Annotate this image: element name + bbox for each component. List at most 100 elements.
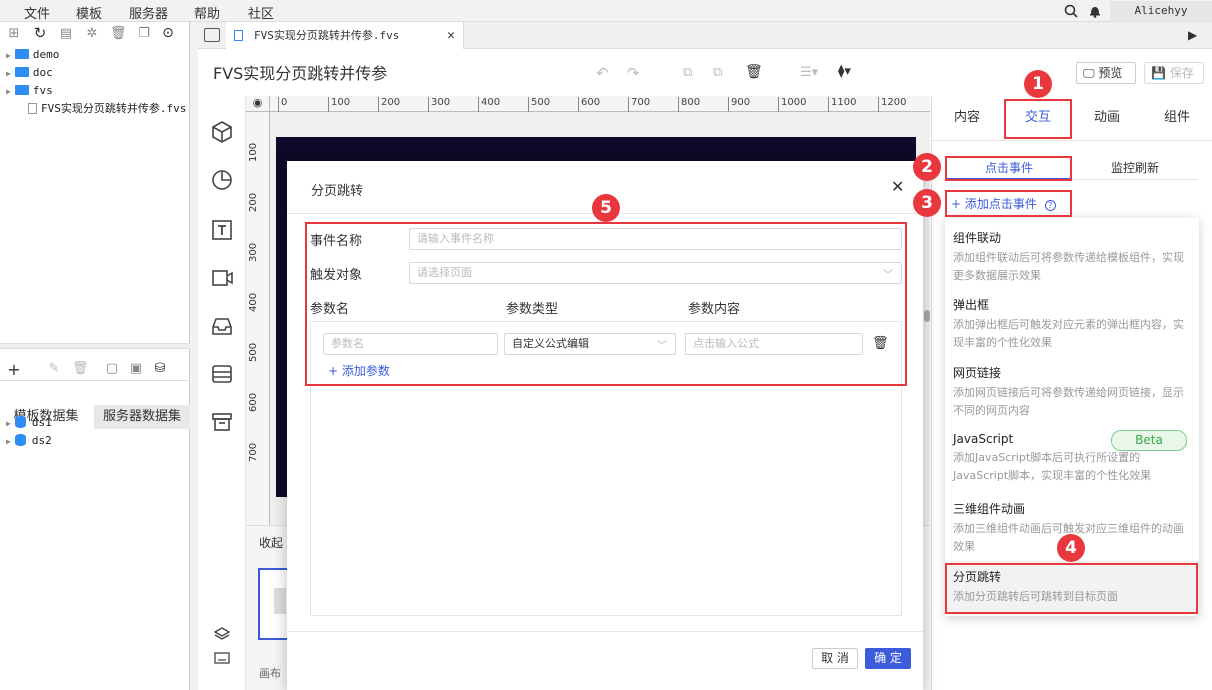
file-icon bbox=[234, 30, 243, 41]
ruler-left: 100 200 300 400 500 600 700 bbox=[246, 112, 270, 532]
ruler-tick: 800 bbox=[678, 97, 700, 112]
inbox-icon[interactable] bbox=[210, 314, 234, 338]
menu-community[interactable]: 社区 bbox=[248, 3, 274, 22]
tab-animation[interactable]: 动画 bbox=[1072, 96, 1142, 140]
dialog-title: 分页跳转 bbox=[311, 184, 364, 199]
menu-template[interactable]: 模板 bbox=[76, 3, 102, 22]
param-icon[interactable]: ▣ bbox=[128, 361, 144, 376]
ruler-tick: 400 bbox=[478, 97, 500, 112]
close-icon[interactable]: ✕ bbox=[447, 22, 455, 49]
eye-icon[interactable]: ◉ bbox=[246, 96, 270, 112]
tree-item-fvs[interactable]: ▶ fvs bbox=[6, 82, 53, 100]
trash-icon[interactable]: 🗑 bbox=[745, 64, 763, 80]
align-icon[interactable]: ☰▾ bbox=[800, 65, 818, 80]
ruler-top: 0 100 200 300 400 500 600 700 800 900 1000 1100 1200 bbox=[270, 96, 930, 112]
delete-icon[interactable]: 🗑 bbox=[110, 26, 127, 41]
ruler-tick: 300 bbox=[248, 242, 259, 262]
redo-icon[interactable]: ↷ bbox=[627, 64, 640, 82]
pie-chart-icon[interactable] bbox=[210, 168, 234, 192]
new-folder-icon[interactable]: ⊞ bbox=[6, 26, 22, 41]
splitter[interactable] bbox=[0, 343, 190, 349]
ruler-tick: 900 bbox=[728, 97, 750, 112]
preview-icon[interactable]: ▢ bbox=[104, 361, 120, 376]
window-icon[interactable] bbox=[204, 28, 220, 42]
collapse-label[interactable]: 收起 bbox=[259, 534, 283, 551]
component-bar bbox=[198, 96, 246, 690]
ruler-tick: 700 bbox=[248, 442, 259, 462]
tree-item-doc[interactable]: ▶ doc bbox=[6, 64, 53, 82]
highlight-page-jump bbox=[945, 563, 1198, 614]
ruler-tick: 1100 bbox=[828, 97, 856, 112]
cube-icon[interactable] bbox=[210, 120, 234, 144]
ruler-tick: 400 bbox=[248, 292, 259, 312]
tab-file-label: FVS实现分页跳转并传参.fvs bbox=[254, 29, 400, 42]
ruler-tick: 600 bbox=[248, 392, 259, 412]
bell-icon[interactable] bbox=[1089, 4, 1101, 18]
text-icon[interactable] bbox=[210, 218, 234, 242]
keyboard-icon[interactable] bbox=[214, 652, 230, 664]
ruler-tick: 200 bbox=[248, 192, 259, 212]
locate-icon[interactable]: ⊙ bbox=[160, 25, 176, 41]
menu-server[interactable]: 服务器 bbox=[129, 3, 168, 22]
beta-badge: Beta bbox=[1111, 430, 1187, 451]
step-badge-2: 2 bbox=[913, 153, 941, 181]
archive-icon[interactable] bbox=[210, 410, 234, 434]
tree-item-demo[interactable]: ▶ demo bbox=[6, 46, 59, 64]
menubar: 文件 模板 服务器 帮助 社区 Alicehyy bbox=[0, 0, 1212, 22]
ruler-tick: 1000 bbox=[778, 97, 806, 112]
event-option-linkage[interactable]: 组件联动 添加组件联动后可将参数传递给模板组件，实现更多数据展示效果 bbox=[953, 229, 1193, 285]
tree-item-fvs-file[interactable]: FVS实现分页跳转并传参.fvs bbox=[22, 100, 186, 118]
ungroup-icon[interactable]: ⧉ bbox=[713, 65, 722, 80]
dataset-toolbar: + ✎ 🗑 ▢ ▣ ⛁ bbox=[0, 357, 190, 381]
dataset-item-ds2[interactable]: ▶ ds2 bbox=[6, 432, 52, 450]
video-icon[interactable] bbox=[210, 266, 234, 290]
database-icon bbox=[14, 416, 26, 428]
menu-file[interactable]: 文件 bbox=[24, 3, 50, 22]
ruler-tick: 600 bbox=[578, 97, 600, 112]
delete-icon[interactable]: 🗑 bbox=[72, 361, 89, 376]
step-badge-3: 3 bbox=[913, 189, 941, 217]
settings-icon[interactable]: ✲ bbox=[84, 26, 100, 41]
table-icon[interactable] bbox=[210, 362, 234, 386]
subtab-monitor-refresh[interactable]: 监控刷新 bbox=[1072, 156, 1198, 180]
search-icon[interactable] bbox=[1064, 4, 1078, 18]
canvas-label: 画布 bbox=[259, 667, 281, 680]
file-icon bbox=[28, 103, 37, 114]
tab-file[interactable]: FVS实现分页跳转并传参.fvs ✕ bbox=[226, 22, 464, 49]
highlight-dialog-form bbox=[305, 222, 907, 386]
copy-icon[interactable]: ❐ bbox=[136, 26, 152, 41]
refresh-icon[interactable]: ↻ bbox=[32, 24, 48, 42]
add-dataset-icon[interactable]: + bbox=[6, 360, 22, 379]
splitter[interactable] bbox=[190, 22, 198, 690]
event-option-link[interactable]: 网页链接 添加网页链接后可将参数传递给网页链接，显示不同的网页内容 bbox=[953, 364, 1193, 420]
group-icon[interactable]: ⧉ bbox=[683, 65, 692, 80]
highlight-add-event bbox=[945, 190, 1072, 217]
ok-button[interactable]: 确 定 bbox=[865, 648, 911, 669]
event-option-popup[interactable]: 弹出框 添加弹出框后可触发对应元素的弹出框内容，实现丰富的个性化效果 bbox=[953, 296, 1193, 352]
highlight-interaction-tab bbox=[1004, 99, 1072, 139]
user-name[interactable]: Alicehyy bbox=[1110, 1, 1212, 21]
preview-button[interactable]: 🖵 预览 bbox=[1076, 62, 1136, 84]
save-button[interactable]: 💾 保存 bbox=[1144, 62, 1204, 84]
ruler-tick: 700 bbox=[628, 97, 650, 112]
tab-content[interactable]: 内容 bbox=[932, 96, 1002, 140]
monitor-icon: 🖵 bbox=[1083, 66, 1095, 80]
tab-component[interactable]: 组件 bbox=[1142, 96, 1212, 140]
layers-icon[interactable] bbox=[214, 626, 230, 642]
server-dataset-icon[interactable]: ⛁ bbox=[152, 361, 168, 376]
layer-order-icon[interactable]: ⧫▾ bbox=[838, 64, 851, 79]
scrollbar[interactable] bbox=[924, 310, 930, 322]
dataset-item-ds1[interactable]: ▶ ds1 bbox=[6, 414, 52, 432]
page-title: FVS实现分页跳转并传参 bbox=[213, 64, 388, 83]
edit-icon[interactable]: ✎ bbox=[46, 361, 62, 376]
save-icon: 💾 bbox=[1151, 66, 1166, 80]
pin-icon[interactable]: ▶ bbox=[1188, 28, 1197, 42]
open-icon[interactable]: ▤ bbox=[58, 26, 74, 41]
menu-help[interactable]: 帮助 bbox=[194, 3, 220, 22]
cancel-button[interactable]: 取 消 bbox=[812, 648, 858, 669]
close-icon[interactable]: ✕ bbox=[891, 177, 904, 196]
tab-server-dataset[interactable]: 服务器数据集 bbox=[94, 405, 190, 429]
ruler-tick: 200 bbox=[378, 97, 400, 112]
undo-icon[interactable]: ↶ bbox=[596, 64, 609, 82]
folder-icon bbox=[14, 85, 29, 95]
